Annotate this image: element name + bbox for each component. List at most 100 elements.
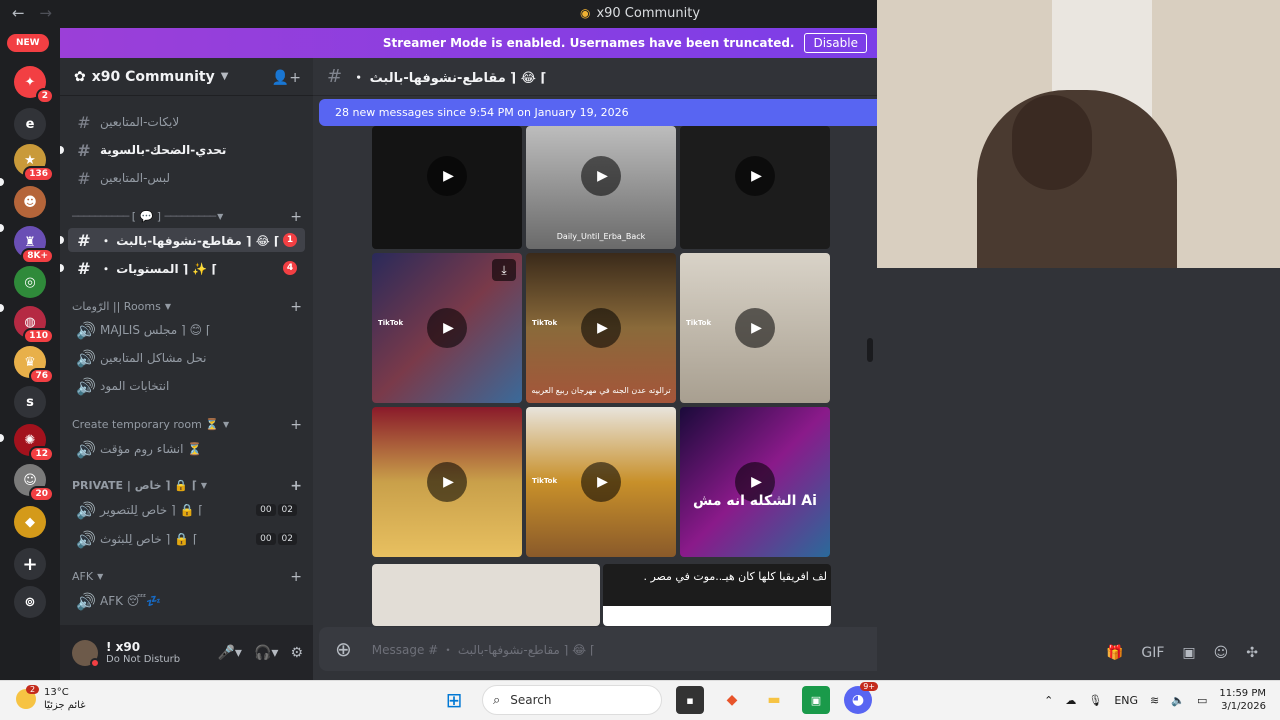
video-tile[interactable]: ▶ الشكله انه مش Ai	[680, 407, 830, 557]
voice-mod-elections[interactable]: 🔊 انتخابات المود	[68, 374, 305, 398]
server-icon-3[interactable]: ★ 136	[14, 144, 54, 182]
video-tile[interactable]: ▶	[680, 126, 830, 249]
category-afk[interactable]: AFK ▼ +	[72, 569, 302, 585]
voice-majlis[interactable]: 🔊 MAJLIS مجلس ⌉ 😊 ⌈	[68, 318, 305, 342]
play-icon[interactable]: ▶	[735, 308, 775, 348]
category-temp-room[interactable]: Create temporary room ⏳ ▼ +	[72, 417, 302, 433]
scrollbar[interactable]	[867, 338, 873, 362]
guild-header[interactable]: ✿ x90 Community ▼ 👤+	[60, 58, 313, 96]
channel-levels[interactable]: # ・ المستويات ⌉ ✨ ⌈ 4	[68, 256, 305, 280]
add-channel-icon[interactable]: +	[290, 417, 302, 433]
channel-label: MAJLIS مجلس ⌉ 😊 ⌈	[100, 323, 211, 337]
gif-icon[interactable]: GIF	[1141, 645, 1164, 661]
server-icon-8[interactable]: ♛ 76	[14, 346, 54, 384]
add-channel-icon[interactable]: +	[290, 478, 302, 494]
video-tile[interactable]: ▶	[372, 126, 522, 249]
voice-problems[interactable]: 🔊 نحل مشاكل المتابعين	[68, 346, 305, 370]
add-channel-icon[interactable]: +	[290, 299, 302, 315]
headphones-icon[interactable]: 🎧▾	[254, 645, 278, 661]
voice-private-streams[interactable]: 🔊 خاص لِلبثوث ⌉ 🔒 ⌈ 00 02	[68, 527, 305, 551]
wifi-icon[interactable]: ≋	[1150, 694, 1159, 707]
invite-icon[interactable]: 👤+	[272, 70, 301, 86]
message-input[interactable]: Message # ・ مقاطع-نشوفها-بالبث ⌉ 😂 ⌈	[372, 641, 595, 658]
channel-clips-on-stream[interactable]: # ・ مقاطع-نشوفها-بالبث ⌉ 😂 ⌈ 1	[68, 228, 305, 252]
disable-button[interactable]: Disable	[804, 33, 867, 53]
download-icon[interactable]: ⤓	[492, 259, 516, 281]
mic-tray-icon[interactable]: 🎙	[1088, 694, 1102, 707]
attach-plus-icon[interactable]: ⊕	[335, 637, 352, 661]
channel-outfits[interactable]: # لبس-المتابعين	[68, 166, 305, 190]
sticker-icon[interactable]: ▣	[1182, 645, 1195, 661]
channel-likes[interactable]: # لايكات-المتابعين	[68, 110, 305, 134]
play-icon[interactable]: ▶	[427, 308, 467, 348]
discord-icon[interactable]: ◕ 9+	[844, 682, 878, 714]
speaker-icon: 🔊	[76, 320, 96, 340]
channel-laugh-challenge[interactable]: # تحدي-الضحك-بالسوية	[68, 138, 305, 162]
play-icon[interactable]: ▶	[581, 156, 621, 196]
server-icon-12[interactable]: ◆	[14, 506, 46, 538]
server-icon-6[interactable]: ◎	[14, 266, 46, 298]
discover-glyph: ⊚	[24, 594, 36, 610]
cloud-icon[interactable]: ☁	[1065, 694, 1076, 707]
server-icon-5[interactable]: ♜ 8K+	[14, 226, 54, 264]
clock[interactable]: 11:59 PM 3/1/2026	[1219, 687, 1266, 713]
play-icon[interactable]: ▶	[581, 308, 621, 348]
language-indicator[interactable]: ENG	[1114, 694, 1138, 707]
play-icon[interactable]: ▶	[427, 156, 467, 196]
windows-start-icon[interactable]: ⊞	[440, 686, 468, 714]
add-channel-icon[interactable]: +	[290, 569, 302, 585]
server-icon-s[interactable]: s	[14, 386, 46, 418]
video-tile[interactable]: TikTok ▶ ترالوته عدن الجنه في مهرجان ربي…	[526, 253, 676, 403]
server-icon-e[interactable]: e	[14, 108, 46, 140]
add-server-glyph: +	[22, 553, 38, 575]
channel-label: انشاء روم مؤقت ⏳	[100, 442, 203, 456]
microphone-icon[interactable]: 🎤▾	[218, 645, 242, 661]
video-tile[interactable]: ▶	[372, 407, 522, 557]
taskbar-search[interactable]: ⌕ Search	[482, 685, 662, 715]
weather-widget[interactable]: 2 13°C غائم جزئيًا	[16, 685, 85, 712]
server-icon-4[interactable]: ☻	[14, 186, 46, 218]
message-composer[interactable]: ⊕ Message # ・ مقاطع-نشوفها-بالبث ⌉ 😂 ⌈	[319, 627, 883, 671]
category-private[interactable]: PRIVATE | خاص ⌉ 🔒 ⌈ ▼ +	[72, 478, 302, 494]
app-icon[interactable]: ▣	[802, 686, 830, 714]
voice-private-filming[interactable]: 🔊 خاص لِلتصوير ⌉ 🔒 ⌈ 00 02	[68, 498, 305, 522]
video-tile[interactable]: ▶ Daily_Until_Erba_Back	[526, 126, 676, 249]
gear-icon[interactable]: ⚙	[290, 645, 303, 661]
voice-create-temp[interactable]: 🔊 انشاء روم مؤقت ⏳	[68, 437, 305, 461]
category-rooms[interactable]: الرّومات || Rooms ▼ +	[72, 299, 302, 315]
username: ! x90	[106, 640, 141, 654]
server-icon-11[interactable]: ☺ 20	[14, 464, 54, 502]
add-server-icon[interactable]: +	[14, 548, 46, 580]
play-icon[interactable]: ▶	[581, 462, 621, 502]
avatar[interactable]	[72, 639, 100, 668]
video-tile[interactable]	[372, 564, 600, 626]
user-info[interactable]: ! x90 Do Not Disturb	[106, 640, 180, 665]
add-channel-icon[interactable]: +	[290, 209, 302, 225]
play-icon[interactable]: ▶	[427, 462, 467, 502]
chevron-up-icon[interactable]: ⌃	[1044, 694, 1053, 707]
voice-afk[interactable]: 🔊 AFK 😴💤	[68, 589, 305, 613]
volume-icon[interactable]: 🔈	[1171, 694, 1185, 707]
file-explorer-icon[interactable]: ▬	[760, 686, 788, 714]
gift-icon[interactable]: 🎁	[1106, 645, 1123, 661]
time: 11:59 PM	[1219, 688, 1266, 699]
video-tile[interactable]: TikTok ▶	[526, 407, 676, 557]
play-icon[interactable]: ▶	[735, 156, 775, 196]
apps-icon[interactable]: ✣	[1246, 645, 1258, 661]
guild-icon: ✿	[74, 68, 86, 85]
server-icon-1[interactable]: ✦ 2	[14, 66, 54, 104]
task-view-icon[interactable]: ▪	[676, 686, 704, 714]
server-icon-7[interactable]: ◍ 110	[14, 306, 54, 344]
new-messages-bar[interactable]: 28 new messages since 9:54 PM on January…	[319, 99, 883, 126]
battery-icon[interactable]: ▭	[1197, 694, 1207, 707]
brave-icon[interactable]: ◆	[718, 686, 746, 714]
video-tile[interactable]: ⤓ TikTok ▶	[372, 253, 522, 403]
server-icon-10[interactable]: ✺ 12	[14, 424, 54, 462]
video-tile[interactable]: . لف افريقيا كلها كان هيـ..موت في مصر	[603, 564, 831, 626]
channel-label: لايكات-المتابعين	[100, 115, 180, 129]
category-chat[interactable]: ────────── [ 💬 ] ───────── ▼ +	[72, 209, 302, 225]
video-tile[interactable]: TikTok ▶	[680, 253, 830, 403]
new-badge[interactable]: NEW	[7, 34, 49, 52]
emoji-icon[interactable]: ☺	[1214, 645, 1229, 661]
discover-icon[interactable]: ⊚	[14, 586, 46, 618]
